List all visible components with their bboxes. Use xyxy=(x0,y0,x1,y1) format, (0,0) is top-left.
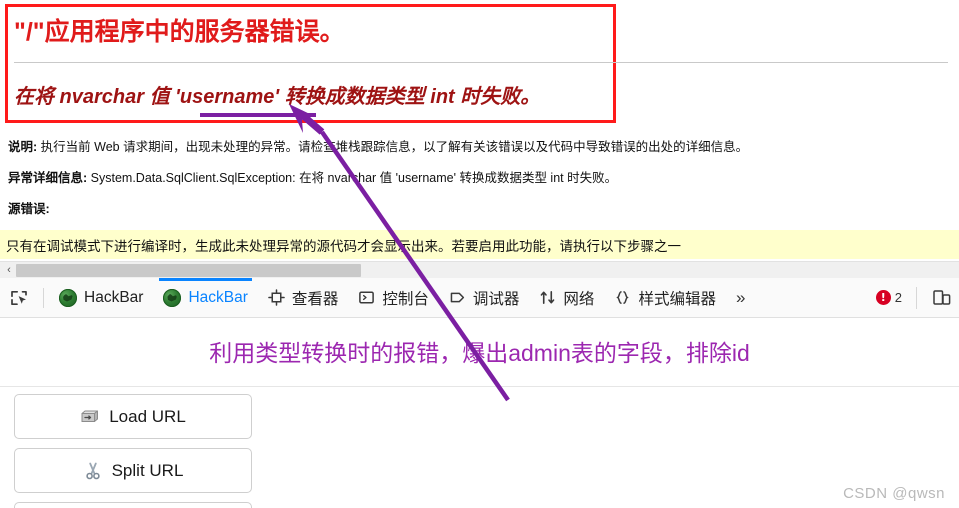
button-label: Load URL xyxy=(109,406,186,426)
scrollbar-thumb[interactable] xyxy=(16,264,361,277)
error-badge-icon: ! xyxy=(875,290,891,305)
error-message: 在将 nvarchar 值 'username' 转换成数据类型 int 时失败… xyxy=(14,86,541,108)
style-editor-icon xyxy=(616,291,630,304)
element-picker-icon xyxy=(11,290,27,305)
tab-inspector[interactable]: 查看器 xyxy=(258,278,349,318)
hackbar-icon xyxy=(59,288,77,307)
source-code-note-text: 只有在调试模式下进行编译时，生成此未处理异常的源代码才会显示出来。若要启用此功能… xyxy=(6,238,681,254)
tab-label: 控制台 xyxy=(382,290,429,308)
devtools-toolbar: HackBar HackBar 查看器 控制台 调试器 网络 样式编辑器 » !… xyxy=(0,277,959,318)
tab-network[interactable]: 网络 xyxy=(529,278,604,318)
error-description-row: 说明: 执行当前 Web 请求期间，出现未处理的异常。请检查堆栈跟踪信息，以了解… xyxy=(8,136,748,155)
screenshot-root: "/"应用程序中的服务器错误。 在将 nvarchar 值 'username'… xyxy=(0,0,959,508)
panel-divider xyxy=(0,386,959,387)
source-code-note: 只有在调试模式下进行编译时，生成此未处理异常的源代码才会显示出来。若要启用此功能… xyxy=(0,230,959,259)
responsive-design-mode-icon xyxy=(933,289,951,305)
split-url-icon xyxy=(85,462,100,479)
source-error-label: 源错误: xyxy=(8,202,50,216)
error-description-text: 执行当前 Web 请求期间，出现未处理的异常。请检查堆栈跟踪信息，以了解有关该错… xyxy=(37,140,749,154)
network-icon xyxy=(541,291,555,304)
tab-label: 样式编辑器 xyxy=(638,290,716,308)
tab-label: 网络 xyxy=(563,290,595,308)
split-url-button[interactable]: Split URL xyxy=(14,448,252,493)
hackbar-button-column: Load URL Split URL xyxy=(14,394,264,508)
error-count-indicator[interactable]: ! 2 xyxy=(870,290,908,305)
error-description-label: 说明: xyxy=(8,140,38,154)
hackbar-icon xyxy=(163,288,182,307)
tab-style-editor[interactable]: 样式编辑器 xyxy=(604,278,726,318)
tab-label: HackBar xyxy=(188,288,248,306)
inspector-icon xyxy=(268,289,285,306)
error-exception-row: 异常详细信息: System.Data.SqlClient.SqlExcepti… xyxy=(8,167,617,186)
tab-hackbar-2[interactable]: HackBar xyxy=(153,277,257,318)
error-page-title: "/"应用程序中的服务器错误。 xyxy=(14,18,345,46)
element-picker-button[interactable] xyxy=(0,278,38,318)
responsive-design-mode-button[interactable] xyxy=(925,287,959,309)
tab-label: HackBar xyxy=(84,288,144,306)
tab-label: 查看器 xyxy=(291,290,339,308)
console-icon xyxy=(359,291,375,304)
scroll-left-arrow-icon[interactable]: ‹ xyxy=(2,263,16,278)
error-exception-text: System.Data.SqlClient.SqlException: 在将 n… xyxy=(87,171,618,185)
toolbar-separator xyxy=(43,287,44,308)
aspnet-error-page: "/"应用程序中的服务器错误。 在将 nvarchar 值 'username'… xyxy=(0,0,959,262)
source-error-row: 源错误: xyxy=(8,198,50,217)
debugger-icon xyxy=(450,292,465,303)
error-divider xyxy=(14,62,948,63)
hackbar-panel: 利用类型转换时的报错，爆出admin表的字段，排除id Load URL Spl… xyxy=(0,318,959,508)
tab-debugger[interactable]: 调试器 xyxy=(439,278,530,318)
toolbar-separator xyxy=(916,286,917,309)
load-url-button[interactable]: Load URL xyxy=(14,394,252,439)
watermark: CSDN @qwsn xyxy=(843,485,945,502)
error-count-label: 2 xyxy=(894,290,902,305)
tab-hackbar-1[interactable]: HackBar xyxy=(49,278,153,318)
button-label: Split URL xyxy=(111,460,184,480)
tab-label: 调试器 xyxy=(472,290,520,308)
execute-button[interactable] xyxy=(14,502,252,508)
error-exception-label: 异常详细信息: xyxy=(8,171,88,185)
tab-console[interactable]: 控制台 xyxy=(348,278,439,318)
page-horizontal-scrollbar[interactable]: ‹ xyxy=(0,261,959,278)
annotation-text: 利用类型转换时的报错，爆出admin表的字段，排除id xyxy=(209,340,750,366)
load-url-icon xyxy=(81,410,99,422)
toolbar-overflow-button[interactable]: » xyxy=(726,288,755,308)
